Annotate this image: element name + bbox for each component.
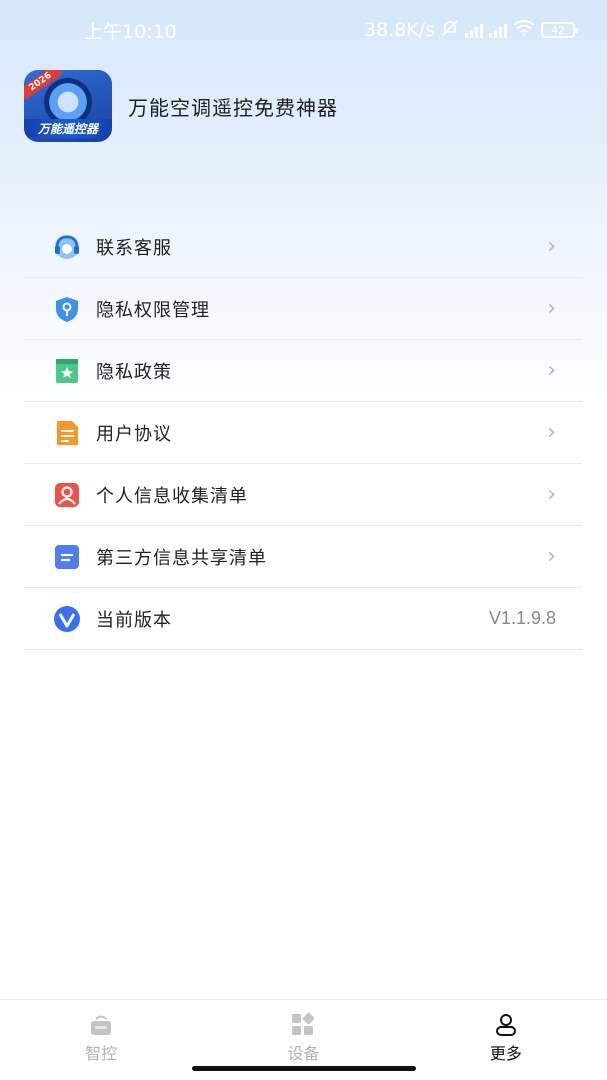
menu-item-customer-service[interactable]: 联系客服 › xyxy=(24,216,582,278)
app-logo: 2026 万能遥控器 xyxy=(24,70,112,142)
net-speed: 38.8K/s xyxy=(363,19,435,41)
chevron-right-icon: › xyxy=(547,296,556,321)
signal-icon xyxy=(489,22,507,38)
wifi-icon xyxy=(513,19,535,41)
shield-key-icon xyxy=(52,294,82,324)
profile-icon xyxy=(493,1012,519,1038)
menu-item-user-agreement[interactable]: 用户协议 › xyxy=(24,402,582,464)
menu-item-label: 个人信息收集清单 xyxy=(96,485,248,507)
logo-text: 万能遥控器 xyxy=(24,119,112,138)
chevron-right-icon: › xyxy=(547,358,556,383)
signal-icon xyxy=(465,22,483,38)
menu-item-third-party-sharing[interactable]: 第三方信息共享清单 › xyxy=(24,526,582,588)
menu-item-label: 用户协议 xyxy=(96,423,172,445)
tab-label: 更多 xyxy=(489,1044,522,1063)
menu-item-current-version: 当前版本 V1.1.9.8 xyxy=(24,588,582,650)
menu-item-label: 联系客服 xyxy=(96,237,172,259)
app-header: 2026 万能遥控器 万能空调遥控免费神器 xyxy=(24,70,338,142)
devices-grid-icon xyxy=(290,1012,316,1038)
list-icon xyxy=(52,542,82,572)
tab-smart-control[interactable]: 智控 xyxy=(0,1000,202,1080)
menu-item-personal-info-list[interactable]: 个人信息收集清单 › xyxy=(24,464,582,526)
menu-item-privacy-permissions[interactable]: 隐私权限管理 › xyxy=(24,278,582,340)
mute-bell-icon xyxy=(441,19,459,42)
router-icon xyxy=(88,1012,114,1038)
bookmark-star-icon xyxy=(52,356,82,386)
status-bar: 上午10:10 38.8K/s 42 xyxy=(0,0,607,60)
menu-item-label: 当前版本 xyxy=(96,609,172,631)
headset-icon xyxy=(52,232,82,262)
version-icon xyxy=(52,604,82,634)
menu-item-label: 隐私权限管理 xyxy=(96,299,210,321)
tab-label: 智控 xyxy=(85,1044,118,1063)
person-icon xyxy=(52,480,82,510)
chevron-right-icon: › xyxy=(547,234,556,259)
tab-more[interactable]: 更多 xyxy=(405,1000,607,1080)
menu-item-label: 第三方信息共享清单 xyxy=(96,547,267,569)
status-indicators: 38.8K/s 42 xyxy=(363,19,578,42)
chevron-right-icon: › xyxy=(547,420,556,445)
menu-item-label: 隐私政策 xyxy=(96,361,172,383)
home-indicator[interactable] xyxy=(192,1066,416,1071)
tab-label: 设备 xyxy=(287,1044,320,1063)
version-value: V1.1.9.8 xyxy=(488,608,556,628)
chevron-right-icon: › xyxy=(547,482,556,507)
chevron-right-icon: › xyxy=(547,544,556,569)
menu-item-privacy-policy[interactable]: 隐私政策 › xyxy=(24,340,582,402)
settings-menu: 联系客服 › 隐私权限管理 › 隐私政策 › 用户协议 › 个人信息收集清单 ›… xyxy=(24,216,582,650)
document-icon xyxy=(52,418,82,448)
status-time: 上午10:10 xyxy=(84,20,177,43)
battery-icon: 42 xyxy=(541,22,578,38)
app-title: 万能空调遥控免费神器 xyxy=(128,95,338,120)
